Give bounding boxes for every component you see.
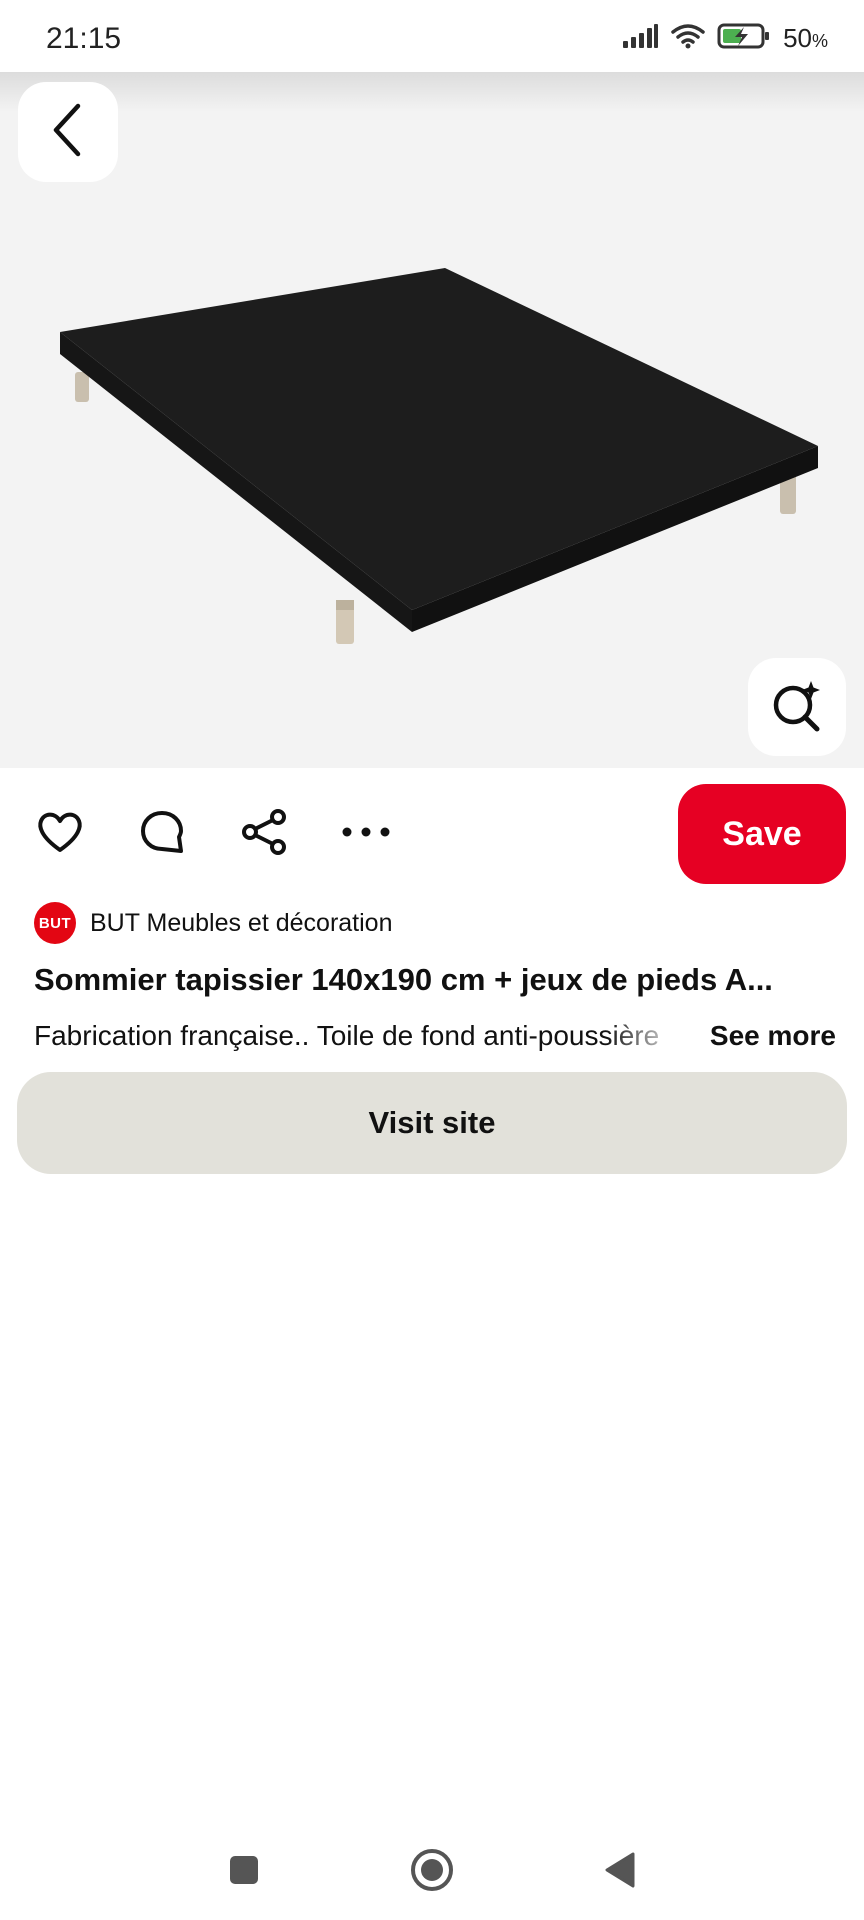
creator-name: BUT Meubles et décoration — [90, 908, 393, 937]
description-row: Fabrication française.. Toile de fond an… — [34, 1020, 836, 1060]
pin-title: Sommier tapissier 140x190 cm + jeux de p… — [34, 962, 773, 997]
back-button[interactable] — [18, 82, 118, 182]
save-button[interactable]: Save — [678, 784, 846, 884]
heart-icon[interactable] — [30, 802, 90, 862]
share-icon[interactable] — [234, 802, 294, 862]
visit-site-button[interactable]: Visit site — [17, 1072, 847, 1174]
visual-search-icon — [769, 677, 825, 738]
pin-description: Fabrication française.. Toile de fond an… — [34, 1020, 660, 1051]
system-nav-bar — [0, 1820, 864, 1920]
status-bar: 21:15 50% — [0, 0, 864, 76]
action-row: Save — [0, 780, 864, 890]
battery-percent-value: 50 — [783, 23, 812, 53]
comment-icon[interactable] — [132, 802, 192, 862]
status-time: 21:15 — [46, 22, 122, 55]
visual-search-button[interactable] — [748, 658, 846, 756]
recents-icon[interactable] — [216, 1842, 272, 1898]
chevron-left-icon — [48, 102, 88, 163]
back-triangle-icon[interactable] — [592, 1842, 648, 1898]
see-more-link[interactable]: See more — [710, 1020, 836, 1052]
status-icons: 50% — [623, 22, 828, 55]
home-icon[interactable] — [404, 1842, 460, 1898]
wifi-icon — [671, 23, 705, 54]
battery-charging-icon — [717, 22, 771, 55]
creator-avatar: BUT — [34, 902, 76, 944]
more-icon[interactable] — [336, 802, 396, 862]
battery-percent: 50% — [783, 23, 828, 54]
product-image — [60, 268, 818, 644]
pin-image-container[interactable] — [0, 72, 864, 768]
creator-row[interactable]: BUT BUT Meubles et décoration — [34, 902, 392, 944]
signal-icon — [623, 24, 659, 53]
image-top-shade — [0, 72, 864, 112]
battery-percent-unit: % — [811, 31, 828, 51]
